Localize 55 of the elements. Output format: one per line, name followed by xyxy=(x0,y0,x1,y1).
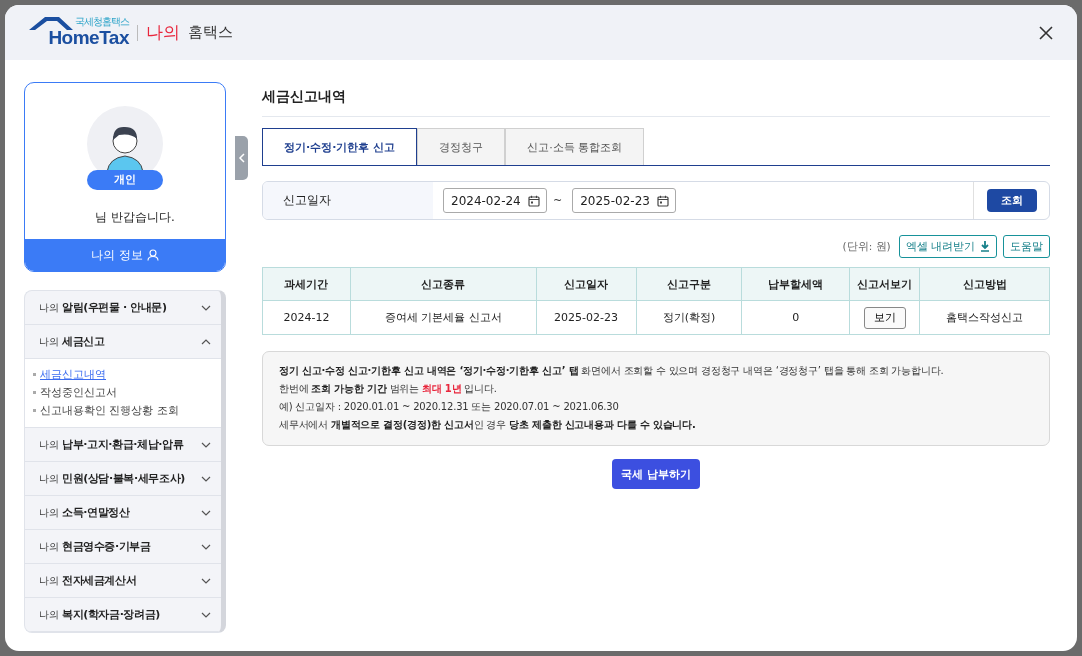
range-separator: ~ xyxy=(553,194,563,207)
logo-subtitle: 국세청홈택스 xyxy=(75,15,129,27)
chevron-left-icon xyxy=(237,153,246,163)
house-roof-icon xyxy=(29,15,75,32)
download-icon xyxy=(980,241,990,252)
submenu-link[interactable]: 신고내용확인 진행상황 조회 xyxy=(33,403,221,418)
menu-header[interactable]: 나의 알림(우편물 · 안내문) xyxy=(25,291,221,325)
pay-tax-button[interactable]: 국세 납부하기 xyxy=(612,459,700,489)
menu-header[interactable]: 나의 복지(학자금·장려금) xyxy=(25,598,221,632)
page-title: 세금신고내역 xyxy=(262,88,1050,117)
submenu-link[interactable]: 세금신고내역 xyxy=(33,367,221,382)
column-header: 과세기간 xyxy=(262,267,351,301)
unit-label: (단위: 원) xyxy=(842,239,891,254)
logo-text: HomeTax xyxy=(48,26,129,49)
brand-text: 홈택스 xyxy=(188,23,233,42)
brand-highlight: 나의 xyxy=(146,21,180,44)
tab[interactable]: 신고·소득 통합조회 xyxy=(505,128,645,165)
menu-header[interactable]: 나의 민원(상담·불복·세무조사) xyxy=(25,462,221,496)
table-cell: 정기(확정) xyxy=(636,300,742,335)
calendar-icon[interactable] xyxy=(528,194,540,207)
my-info-button[interactable]: 나의 정보 xyxy=(25,239,225,271)
date-field[interactable]: 2024-02-24 xyxy=(443,188,547,213)
column-header: 신고방법 xyxy=(919,267,1050,301)
column-header: 신고일자 xyxy=(536,267,636,301)
table-cell: 2025-02-23 xyxy=(536,300,636,335)
notice-text: 예) 신고일자 : 2020.01.01 ~ 2020.12.31 또는 2020.07.01 ~ 2021.06.30 xyxy=(279,400,620,414)
notice-text: 한번에 조회 가능한 기간 범위는 최대 1년 입니다. xyxy=(279,382,498,396)
calendar-icon[interactable] xyxy=(657,194,670,207)
menu-header[interactable]: 나의 납부·고지·환급·체납·압류 xyxy=(25,428,221,462)
menu-header[interactable]: 나의 전자세금계산서 xyxy=(25,564,221,598)
column-header: 신고서보기 xyxy=(849,267,920,301)
column-header: 신고구분 xyxy=(636,267,742,301)
date-field[interactable]: 2025-02-23 xyxy=(572,188,677,213)
help-button[interactable]: 도움말 xyxy=(1003,235,1050,258)
menu-header[interactable]: 나의 소득·연말정산 xyxy=(25,496,221,530)
search-button[interactable]: 조회 xyxy=(986,189,1037,212)
view-button[interactable]: 보기 xyxy=(863,306,906,329)
tab[interactable]: 정기·수정·기한후 신고 xyxy=(262,128,418,165)
table-cell: 홈택스작성신고 xyxy=(919,300,1050,335)
column-header: 납부할세액 xyxy=(741,267,850,301)
notice-text: 세무서에서 개별적으로 결정(경정)한 신고서인 경우 당초 제출한 신고내용과 다를 수 있습니다. xyxy=(279,418,697,432)
menu-header[interactable]: 나의 현금영수증·기부금 xyxy=(25,530,221,564)
table-cell: 2024-12 xyxy=(262,300,351,335)
collapse-handle[interactable] xyxy=(235,136,248,180)
excel-download-button[interactable]: 엑셀 내려받기 xyxy=(898,235,997,258)
account-type-badge: 개인 xyxy=(87,170,163,190)
person-icon xyxy=(146,249,159,261)
submenu-link[interactable]: 작성중인신고서 xyxy=(33,385,221,400)
greeting-text: 님 반갑습니다. xyxy=(94,209,175,226)
column-header: 신고종류 xyxy=(350,267,537,301)
tab[interactable]: 경정청구 xyxy=(417,128,506,165)
table-cell: 증여세 기본세율 신고서 xyxy=(350,300,537,335)
filter-label: 신고일자 xyxy=(263,182,433,219)
notice-text: 정기 신고·수정 신고·기한후 신고 내역은 ‘정기·수정·기한후 신고’ 탭 화면에서 조회할 수 있으며 경정청구 내역은 ‘경정청구’ 탭을 통해 조회 가능합니다. xyxy=(279,364,945,378)
table-cell: 0 xyxy=(741,300,850,335)
